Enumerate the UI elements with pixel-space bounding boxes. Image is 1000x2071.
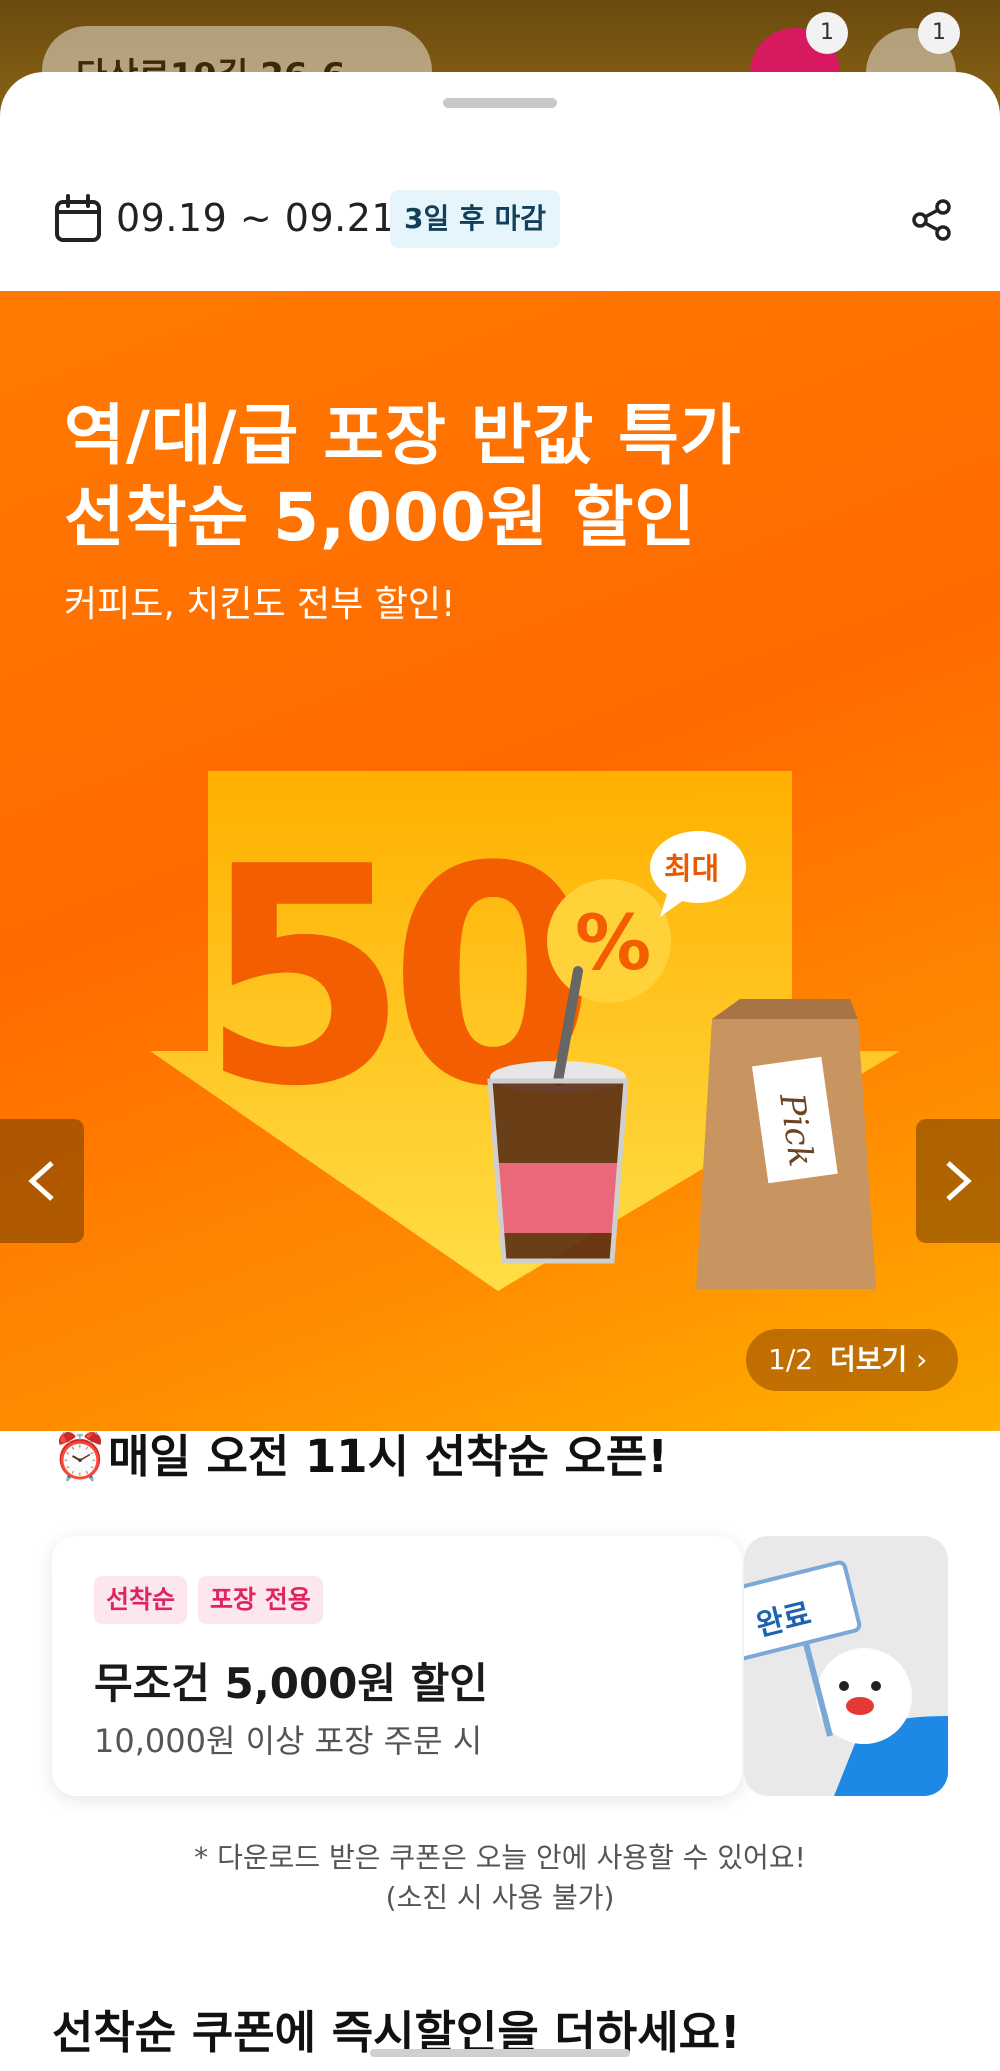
paper-bag: Pick	[696, 999, 876, 1289]
more-link[interactable]: 더보기	[830, 1343, 907, 1376]
banner-prev-button[interactable]	[0, 1119, 84, 1243]
coupon-status-panel: 완료	[744, 1536, 948, 1796]
cart-badge: 1	[806, 12, 848, 54]
page-indicator-pill[interactable]: 1/2 더보기 ›	[746, 1329, 958, 1391]
tag-first-come: 선착순	[94, 1576, 188, 1624]
tag-takeout-only: 포장 전용	[198, 1576, 323, 1624]
banner-title-line1: 역/대/급 포장 반값 특가	[64, 397, 742, 474]
home-indicator	[370, 2049, 630, 2057]
bottom-sheet: 09.19 ~ 09.21 3일 후 마감 역/대/급 포장 반값 특가 선착순…	[0, 72, 1000, 2071]
share-icon[interactable]	[910, 198, 954, 242]
coupon-notice-line1: * 다운로드 받은 쿠폰은 오늘 안에 사용할 수 있어요!	[194, 1841, 806, 1874]
alarm-clock-icon: ⏰	[52, 1430, 109, 1483]
promo-banner[interactable]: 역/대/급 포장 반값 특가 선착순 5,000원 할인 커피도, 치킨도 전부…	[0, 291, 1000, 1431]
banner-next-button[interactable]	[916, 1119, 1000, 1243]
banner-subtitle: 커피도, 치킨도 전부 할인!	[64, 584, 456, 625]
event-date-row: 09.19 ~ 09.21 3일 후 마감	[54, 184, 954, 254]
banner-title-line2: 선착순 5,000원 할인	[64, 479, 697, 556]
coupon-info: 선착순 포장 전용 무조건 5,000원 할인 10,000원 이상 포장 주문…	[52, 1536, 742, 1796]
discount-illustration: 50 % 최대 Pick	[150, 771, 900, 1291]
chevron-right-icon: ›	[916, 1343, 928, 1376]
chevron-left-icon	[28, 1161, 54, 1201]
max-bubble-text: 최대	[664, 852, 719, 887]
sheet-grabber[interactable]	[443, 98, 557, 108]
coupon-notice-line2: (소진 시 사용 불가)	[385, 1881, 615, 1914]
chevron-right-icon	[946, 1161, 972, 1201]
calendar-icon	[55, 194, 101, 242]
coupon-condition: 10,000원 이상 포장 주문 시	[94, 1722, 483, 1760]
coupon-title: 무조건 5,000원 할인	[94, 1659, 488, 1708]
date-range: 09.19 ~ 09.21	[116, 196, 397, 240]
section-title-daily-open: ⏰매일 오전 11시 선착순 오픈!	[52, 1430, 668, 1483]
banner-title: 역/대/급 포장 반값 특가 선착순 5,000원 할인	[64, 395, 742, 559]
menu-badge: 1	[918, 12, 960, 54]
page-indicator: 1/2	[768, 1343, 814, 1376]
deadline-badge: 3일 후 마감	[390, 190, 561, 248]
percent-text: %	[575, 898, 651, 987]
completed-mascot-icon: 완료	[744, 1560, 948, 1796]
coupon-card[interactable]: 선착순 포장 전용 무조건 5,000원 할인 10,000원 이상 포장 주문…	[52, 1536, 948, 1796]
